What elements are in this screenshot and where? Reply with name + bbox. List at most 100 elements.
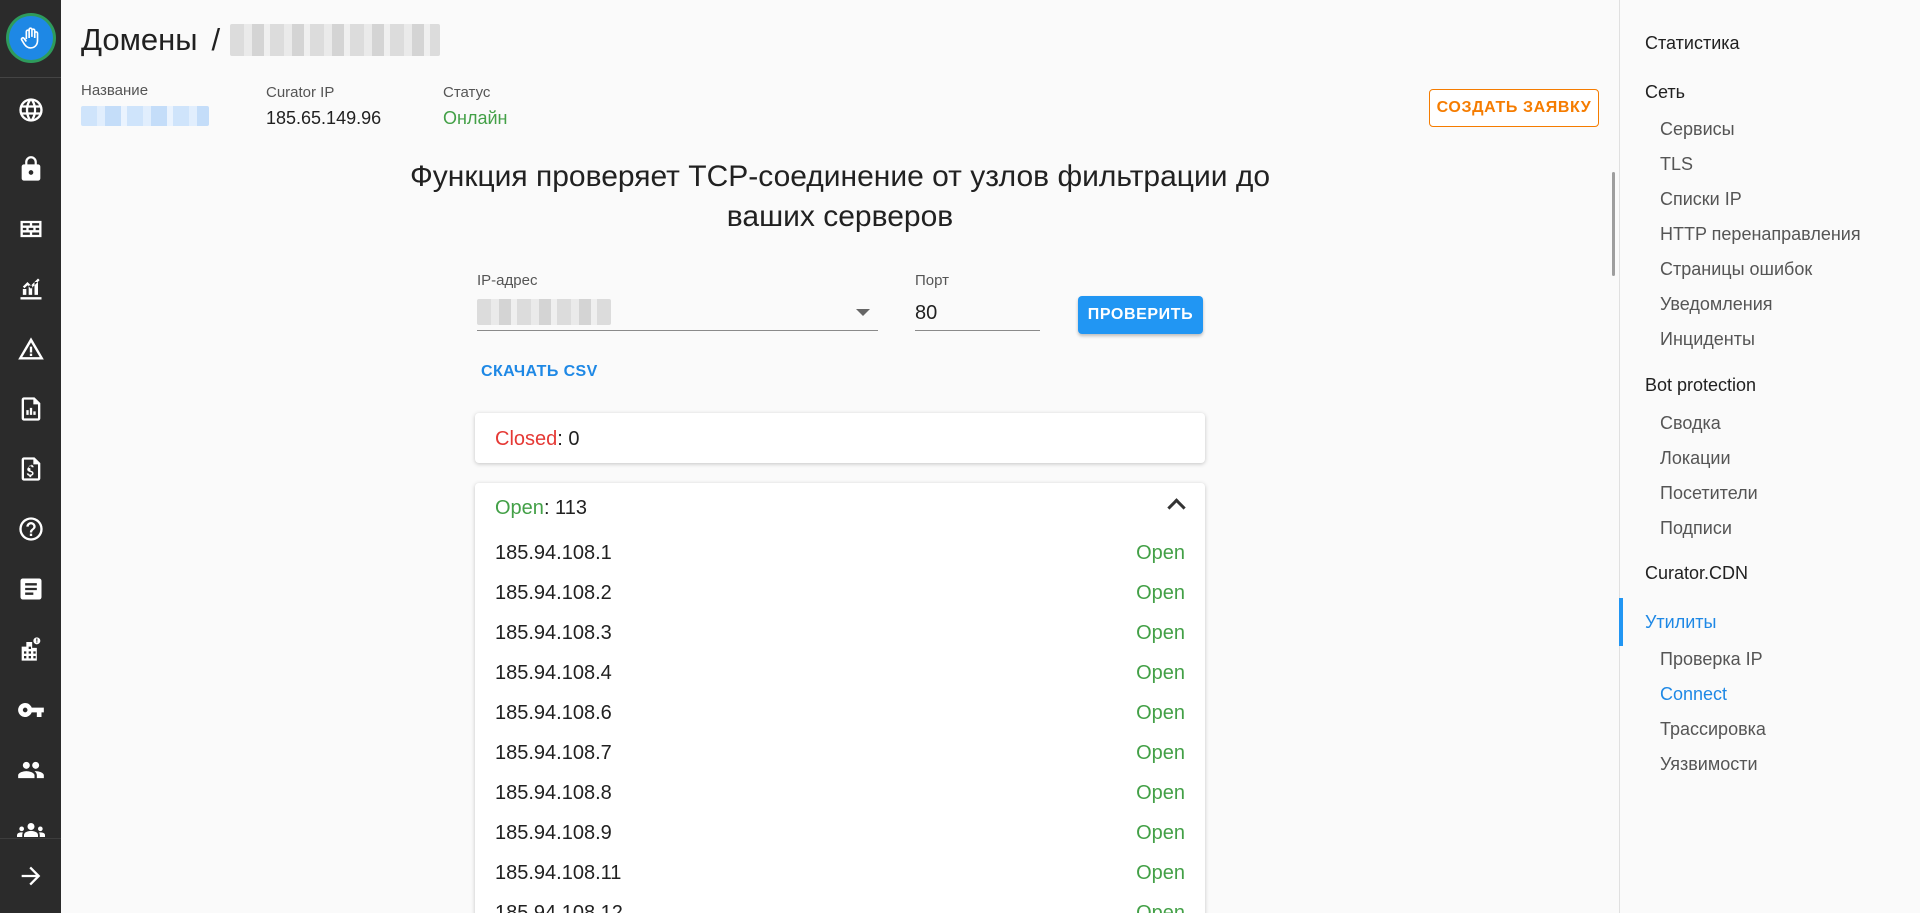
- warning-icon[interactable]: [0, 329, 61, 369]
- people-icon[interactable]: [0, 750, 61, 790]
- help-icon[interactable]: [0, 509, 61, 549]
- nav-utility-connect[interactable]: Connect: [1660, 684, 1727, 705]
- active-section-indicator: [1619, 598, 1623, 646]
- right-sidebar-nav: Статистика Сеть Сервисы TLS Списки IP HT…: [1619, 0, 1920, 913]
- list-item-ip: 185.94.108.4: [495, 661, 612, 684]
- list-item-ip: 185.94.108.8: [495, 781, 612, 804]
- port-field: Порт: [915, 272, 1040, 331]
- list-item-status: Open: [1136, 661, 1185, 684]
- list-item: 185.94.108.7 Open: [475, 733, 1205, 773]
- open-results-header[interactable]: Open: 113: [475, 483, 1205, 533]
- list-item-ip: 185.94.108.11: [495, 861, 622, 884]
- firewall-icon[interactable]: [0, 209, 61, 249]
- port-input[interactable]: [915, 297, 1040, 331]
- nav-network[interactable]: Сеть: [1645, 82, 1685, 103]
- breadcrumb: Домены /: [81, 22, 441, 58]
- nav-curator-cdn[interactable]: Curator.CDN: [1645, 563, 1748, 584]
- ip-address-redacted: [477, 299, 611, 325]
- left-icon-rail: [0, 0, 61, 913]
- analytics-icon[interactable]: [0, 269, 61, 309]
- list-item-status: Open: [1136, 901, 1185, 913]
- closed-label: Closed: [495, 428, 558, 450]
- status-label: Статус: [443, 84, 491, 101]
- arrow-right-icon: [21, 866, 40, 886]
- list-item-ip: 185.94.108.6: [495, 701, 612, 724]
- open-count: : 113: [543, 497, 587, 519]
- closed-results-card[interactable]: Closed: 0: [475, 413, 1205, 463]
- nav-network-notifications[interactable]: Уведомления: [1660, 294, 1773, 315]
- list-item-status: Open: [1136, 581, 1185, 604]
- domain-name-redacted[interactable]: [81, 106, 209, 126]
- nav-utility-vulnerabilities[interactable]: Уязвимости: [1660, 754, 1758, 775]
- list-item-status: Open: [1136, 541, 1185, 564]
- open-label: Open: [495, 497, 544, 519]
- key-icon[interactable]: [0, 690, 61, 730]
- nav-network-tls[interactable]: TLS: [1660, 154, 1693, 175]
- nav-utility-ip-check[interactable]: Проверка IP: [1660, 649, 1763, 670]
- list-item-status: Open: [1136, 861, 1185, 884]
- status-block: Статус Онлайн: [443, 84, 507, 129]
- chevron-up-icon[interactable]: [1167, 498, 1186, 517]
- list-item-status: Open: [1136, 741, 1185, 764]
- list-item: 185.94.108.11 Open: [475, 853, 1205, 893]
- list-item-ip: 185.94.108.12: [495, 901, 623, 913]
- building-icon[interactable]: [0, 629, 61, 669]
- nav-network-incidents[interactable]: Инциденты: [1660, 329, 1755, 350]
- list-item-status: Open: [1136, 621, 1185, 644]
- nav-network-ip-lists[interactable]: Списки IP: [1660, 189, 1742, 210]
- list-item-ip: 185.94.108.3: [495, 621, 612, 644]
- list-item: 185.94.108.4 Open: [475, 653, 1205, 693]
- nav-utility-traceroute[interactable]: Трассировка: [1660, 719, 1766, 740]
- report-icon[interactable]: [0, 389, 61, 429]
- create-request-button[interactable]: СОЗДАТЬ ЗАЯВКУ: [1429, 89, 1599, 127]
- breadcrumb-domain-redacted: [230, 24, 441, 56]
- page-title: Функция проверяет TCP-соединение от узло…: [409, 160, 1271, 233]
- lock-icon[interactable]: [0, 149, 61, 189]
- nav-network-error-pages[interactable]: Страницы ошибок: [1660, 259, 1812, 280]
- list-item: 185.94.108.12 Open: [475, 893, 1205, 913]
- collapse-rail-button[interactable]: [0, 838, 61, 913]
- open-results-list: 185.94.108.1 Open 185.94.108.2 Open 185.94.1…: [475, 533, 1205, 913]
- rail-divider: [0, 77, 61, 78]
- nav-bot-signatures[interactable]: Подписи: [1660, 518, 1732, 539]
- nav-utilities[interactable]: Утилиты: [1645, 612, 1716, 633]
- breadcrumb-root[interactable]: Домены: [81, 22, 198, 58]
- check-button[interactable]: ПРОВЕРИТЬ: [1078, 296, 1203, 334]
- nav-bot-visitors[interactable]: Посетители: [1660, 483, 1758, 504]
- download-csv-button[interactable]: СКАЧАТЬ CSV: [481, 363, 598, 381]
- curator-ip-block: Curator IP 185.65.149.96: [266, 84, 381, 129]
- curator-ip-label: Curator IP: [266, 84, 335, 101]
- list-item-status: Open: [1136, 781, 1185, 804]
- article-icon[interactable]: [0, 569, 61, 609]
- closed-count: : 0: [557, 428, 580, 450]
- domain-name-label: Название: [81, 82, 149, 99]
- ip-address-label: IP-адрес: [477, 272, 538, 289]
- list-item: 185.94.108.3 Open: [475, 613, 1205, 653]
- globe-icon[interactable]: [0, 90, 61, 130]
- billing-icon[interactable]: [0, 449, 61, 489]
- hand-logo-icon[interactable]: [6, 13, 56, 63]
- list-item: 185.94.108.9 Open: [475, 813, 1205, 853]
- status-badge: Онлайн: [443, 108, 508, 128]
- nav-network-services[interactable]: Сервисы: [1660, 119, 1735, 140]
- page-scrollbar[interactable]: [1612, 172, 1615, 276]
- port-label: Порт: [915, 272, 950, 289]
- ip-address-value[interactable]: [477, 297, 878, 331]
- breadcrumb-separator: /: [211, 22, 221, 57]
- list-item-status: Open: [1136, 701, 1185, 724]
- nav-network-http-redirects[interactable]: HTTP перенаправления: [1660, 224, 1861, 245]
- nav-bot-locations[interactable]: Локации: [1660, 448, 1731, 469]
- open-results-card: Open: 113 185.94.108.1 Open 185.94.108.2 Op…: [475, 483, 1205, 913]
- curator-ip-value: 185.65.149.96: [266, 108, 382, 128]
- list-item: 185.94.108.1 Open: [475, 533, 1205, 573]
- chevron-down-icon[interactable]: [856, 309, 870, 316]
- nav-statistics[interactable]: Статистика: [1645, 33, 1740, 54]
- list-item-ip: 185.94.108.9: [495, 821, 612, 844]
- list-item: 185.94.108.8 Open: [475, 773, 1205, 813]
- list-item-ip: 185.94.108.1: [495, 541, 612, 564]
- ip-address-select[interactable]: IP-адрес: [477, 272, 878, 331]
- domain-name-block: Название: [81, 82, 209, 131]
- list-item-ip: 185.94.108.2: [495, 581, 612, 604]
- nav-bot-summary[interactable]: Сводка: [1660, 413, 1721, 434]
- nav-bot-protection[interactable]: Bot protection: [1645, 375, 1756, 396]
